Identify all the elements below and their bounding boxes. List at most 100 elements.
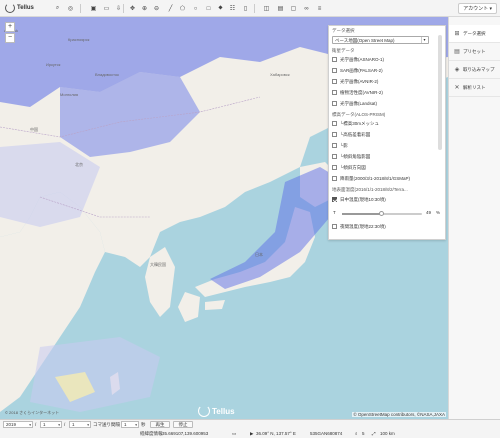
search-icon[interactable]: ⌕ xyxy=(53,4,62,13)
year-value: 2019 xyxy=(6,422,17,427)
checkbox-relief-color[interactable]: └高低差着彩図 xyxy=(332,131,370,138)
map-label-krasnoyarsk: Красноярск xyxy=(68,37,90,42)
position-icon: ▶ xyxy=(250,431,254,436)
day-select[interactable]: 1 ▾ xyxy=(69,421,91,428)
split-icon[interactable]: ◫ xyxy=(262,4,271,13)
opacity-slider-fill xyxy=(342,213,382,215)
checkbox[interactable] xyxy=(332,176,337,181)
checkbox[interactable] xyxy=(332,132,337,137)
preset-icon: ▤ xyxy=(454,49,460,55)
checkbox-slope-shade[interactable]: └傾斜角陰影図 xyxy=(332,153,370,160)
map-label-korea: 大韓民国 xyxy=(150,262,166,267)
opacity-slider-handle[interactable] xyxy=(378,211,384,216)
interval-select[interactable]: 1 ▾ xyxy=(121,421,139,428)
layers-icon[interactable]: ☷ xyxy=(228,4,237,13)
checkbox-landsat-optical[interactable]: 光学画像(Landsat) xyxy=(332,100,377,107)
checkbox-label: 光学画像(ASNARO-1) xyxy=(340,56,385,62)
settings-icon[interactable]: ≡ xyxy=(315,4,324,13)
polygon-icon[interactable]: ⬠ xyxy=(178,4,187,13)
checkbox-palsar-sar[interactable]: SAR画像(PALSAR-2) xyxy=(332,67,383,74)
download-icon[interactable]: ⇩ xyxy=(114,4,123,13)
checkbox-asnaro-optical[interactable]: 光学画像(ASNARO-1) xyxy=(332,56,384,63)
bottom-control-bar: 2019 ▾ / 1 ▾ / 1 ▾ コマ送り間隔 1 ▾ 秒 再生 停止 経緯度情報 … xyxy=(0,419,500,438)
map-label-vladivostok: Владивосток xyxy=(95,72,119,77)
account-button[interactable]: アカウント ▾ xyxy=(458,3,497,14)
map-label-khabarovsk: Хабаровск xyxy=(270,72,290,77)
checkbox[interactable] xyxy=(332,90,337,95)
opacity-slider[interactable]: T 49 % xyxy=(332,209,444,217)
toolbar-divider xyxy=(123,4,124,13)
date-separator: / xyxy=(35,422,37,427)
camera-icon[interactable]: ▣ xyxy=(89,4,98,13)
landmass-kyushu xyxy=(178,292,200,322)
checkbox-label: 光学画像(Landsat) xyxy=(340,100,378,106)
checkbox-label: └傾斜角陰影図 xyxy=(340,153,371,159)
sidebar-item-import-map[interactable]: ◈ 取り込みマップ xyxy=(449,61,500,79)
map-copyright: © 2018 さくらインターネット xyxy=(5,410,60,415)
checkbox-label: └影 xyxy=(340,142,348,148)
checkbox-label: 夜間温度(現地22:30頃) xyxy=(340,223,386,229)
checkbox[interactable] xyxy=(332,79,337,84)
zoom-in-button[interactable]: + xyxy=(5,22,15,32)
checkbox-label: 植物活性度(AVNIR-2) xyxy=(340,89,383,95)
checkbox[interactable] xyxy=(332,121,337,126)
pin-icon[interactable]: ⬥ xyxy=(216,4,225,13)
base-map-select[interactable]: ベース地図(Open Street Map) ▾ xyxy=(332,36,429,44)
status-bar: 経緯度情報 35.669107,139.600953 ▭ ▶ 36.09° N,… xyxy=(0,430,500,438)
line-icon[interactable]: ╱ xyxy=(166,4,175,13)
pan-icon[interactable]: ✥ xyxy=(128,4,137,13)
sidebar-item-preset[interactable]: ▤ プリセット xyxy=(449,43,500,61)
stop-button[interactable]: 停止 xyxy=(173,421,193,428)
tellus-logo[interactable]: Tellus xyxy=(5,3,34,13)
link-icon[interactable]: ∞ xyxy=(302,4,311,13)
window-icon[interactable]: ▢ xyxy=(289,4,298,13)
year-select[interactable]: 2019 ▾ xyxy=(3,421,33,428)
checkbox-avnir-optical[interactable]: 光学画像(AVNIR-2) xyxy=(332,78,378,85)
checkbox[interactable] xyxy=(332,57,337,62)
sidebar-item-label: 解析リスト xyxy=(463,84,486,90)
sidebar-item-data-select[interactable]: ⊞ データ選択 xyxy=(449,25,500,43)
checkbox-avnir-vegetation[interactable]: 植物活性度(AVNIR-2) xyxy=(332,89,383,96)
panel-scrollbar[interactable] xyxy=(438,35,442,150)
checkbox-shade[interactable]: └影 xyxy=(332,142,348,149)
checkbox-slope-direction[interactable]: └傾斜方向図 xyxy=(332,164,366,171)
checkbox[interactable] xyxy=(332,101,337,106)
checkbox-day-temp[interactable]: 日中温度(現地10:30頃) xyxy=(332,196,386,203)
checkbox-night-temp[interactable]: 夜間温度(現地22:30頃) xyxy=(332,223,386,230)
checkbox-elevation-mesh[interactable]: └標高30mメッシュ xyxy=(332,120,379,127)
checkbox-rainfall[interactable]: 降雨量(2000/3/1-2018/8/1/GSMaP) xyxy=(332,175,410,182)
checkbox[interactable] xyxy=(332,165,337,170)
right-sidebar: ⊞ データ選択 ▤ プリセット ◈ 取り込みマップ ✕ 解析リスト xyxy=(448,17,500,419)
zoom-in-icon[interactable]: ⊕ xyxy=(140,4,149,13)
playback-controls: 2019 ▾ / 1 ▾ / 1 ▾ コマ送り間隔 1 ▾ 秒 再生 停止 xyxy=(0,421,500,429)
copy-icon[interactable]: ▭ xyxy=(232,431,236,437)
month-select[interactable]: 1 ▾ xyxy=(40,421,62,428)
landmass-shikoku xyxy=(205,300,225,310)
rectangle-icon[interactable]: □ xyxy=(204,4,213,13)
checkbox[interactable] xyxy=(332,68,337,73)
checkbox[interactable] xyxy=(332,143,337,148)
opacity-slider-track[interactable] xyxy=(342,211,422,216)
scale-icon: ⤢ xyxy=(372,431,376,436)
folder-icon[interactable]: ▭ xyxy=(102,4,111,13)
checkbox[interactable] xyxy=(332,224,337,229)
circle-icon[interactable]: ○ xyxy=(191,4,200,13)
section-elevation: 標高データ(ALOS-PRISM) xyxy=(332,112,386,117)
checkbox-label: SAR画像(PALSAR-2) xyxy=(340,67,383,73)
compare-icon[interactable]: ▤ xyxy=(276,4,285,13)
zoom-out-button[interactable]: − xyxy=(5,33,15,43)
sidebar-item-analysis[interactable]: ✕ 解析リスト xyxy=(449,79,500,97)
opacity-icon: T xyxy=(333,210,336,215)
play-button[interactable]: 再生 xyxy=(150,421,170,428)
map-attribution[interactable]: © OpenStreetMap contributors, ©NASA,JAXA xyxy=(352,412,446,417)
zoom-out-icon[interactable]: ⊖ xyxy=(152,4,161,13)
checkbox-label: └傾斜方向図 xyxy=(340,164,366,170)
view-icon[interactable]: ◎ xyxy=(66,4,75,13)
checkbox[interactable] xyxy=(332,154,337,159)
interval-value: 1 xyxy=(124,422,127,427)
chevron-down-icon: ▾ xyxy=(87,423,89,427)
day-value: 1 xyxy=(72,422,75,427)
checkbox[interactable] xyxy=(332,197,337,202)
chevron-down-icon: ▾ xyxy=(29,423,31,427)
trash-icon[interactable]: ▯ xyxy=(241,4,250,13)
